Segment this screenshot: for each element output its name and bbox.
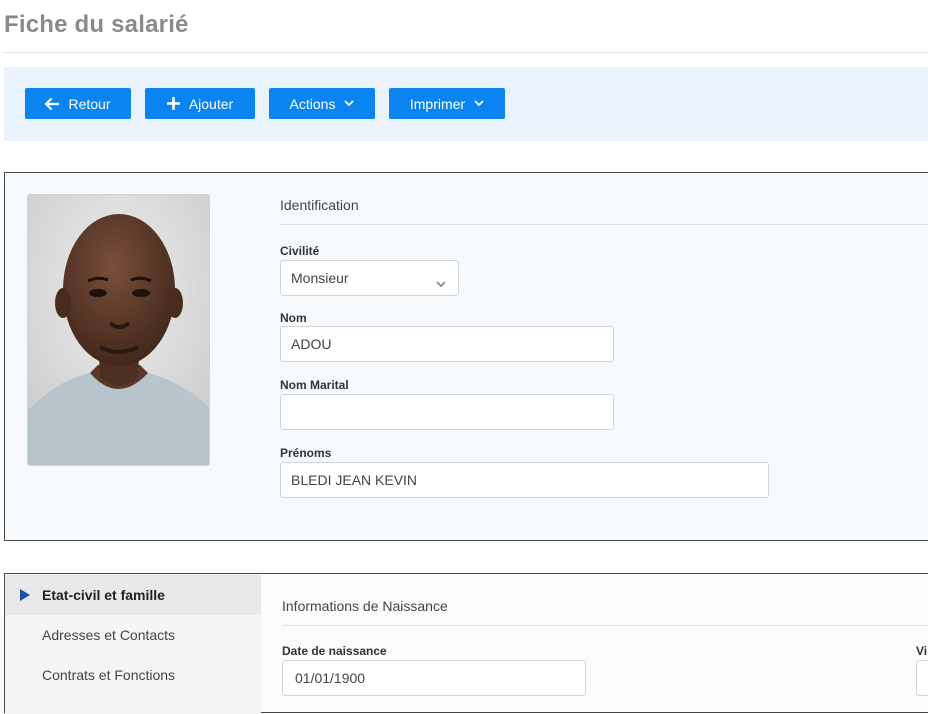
nom-label: Nom bbox=[280, 311, 307, 325]
civilite-select[interactable]: Monsieur bbox=[280, 260, 459, 296]
actions-dropdown-button[interactable]: Actions bbox=[269, 88, 375, 119]
sidebar-item-label: Contrats et Fonctions bbox=[42, 667, 176, 683]
civilite-value: Monsieur bbox=[291, 270, 349, 286]
actions-button-label: Actions bbox=[289, 95, 336, 112]
nom-value: ADOU bbox=[291, 336, 332, 352]
date-naissance-label: Date de naissance bbox=[282, 644, 387, 658]
civilite-label: Civilité bbox=[280, 244, 320, 258]
sidebar-item-label: Adresses et Contacts bbox=[42, 627, 176, 643]
chevron-down-icon bbox=[436, 275, 446, 291]
arrow-left-icon bbox=[45, 97, 60, 110]
print-button-label: Imprimer bbox=[409, 95, 466, 112]
sidebar-item-contrats[interactable]: Contrats et Fonctions bbox=[5, 655, 261, 695]
employee-photo[interactable] bbox=[27, 194, 210, 466]
nom-marital-label: Nom Marital bbox=[280, 378, 349, 392]
chevron-down-icon bbox=[474, 100, 484, 107]
add-button-label: Ajouter bbox=[188, 95, 234, 112]
naissance-divider bbox=[282, 625, 928, 626]
prenoms-value: BLEDI JEAN KEVIN bbox=[291, 472, 418, 488]
prenoms-label: Prénoms bbox=[280, 446, 332, 460]
sidebar-item-label: Etat-civil et famille bbox=[42, 587, 165, 603]
nom-field[interactable]: ADOU bbox=[280, 326, 614, 362]
details-sidebar: Etat-civil et famille Adresses et Contac… bbox=[5, 574, 261, 714]
title-divider bbox=[4, 52, 928, 53]
identification-section-title: Identification bbox=[280, 197, 359, 213]
nom-marital-field[interactable] bbox=[280, 394, 614, 430]
identification-divider bbox=[280, 224, 928, 225]
prenoms-field[interactable]: BLEDI JEAN KEVIN bbox=[280, 462, 769, 498]
print-dropdown-button[interactable]: Imprimer bbox=[389, 88, 505, 119]
details-card: Etat-civil et famille Adresses et Contac… bbox=[4, 573, 928, 714]
date-naissance-value: 01/01/1900 bbox=[295, 670, 366, 686]
sidebar-item-adresses[interactable]: Adresses et Contacts bbox=[5, 615, 261, 655]
chevron-down-icon bbox=[344, 100, 354, 107]
plus-icon bbox=[166, 97, 180, 110]
naissance-section-title: Informations de Naissance bbox=[282, 598, 448, 614]
triangle-right-icon bbox=[19, 588, 31, 605]
back-button[interactable]: Retour bbox=[25, 88, 131, 119]
page-title: Fiche du salarié bbox=[4, 11, 189, 38]
ville-naissance-label: Vi bbox=[916, 644, 928, 658]
date-naissance-field[interactable]: 01/01/1900 bbox=[282, 660, 586, 696]
add-button[interactable]: Ajouter bbox=[145, 88, 255, 119]
identification-card: Identification Civilité Monsieur Nom ADO… bbox=[4, 172, 928, 541]
ville-naissance-field[interactable] bbox=[916, 660, 928, 696]
sidebar-item-etat-civil[interactable]: Etat-civil et famille bbox=[5, 575, 261, 615]
action-toolbar: Retour Ajouter Actions Imprimer bbox=[4, 67, 928, 141]
back-button-label: Retour bbox=[68, 95, 111, 112]
